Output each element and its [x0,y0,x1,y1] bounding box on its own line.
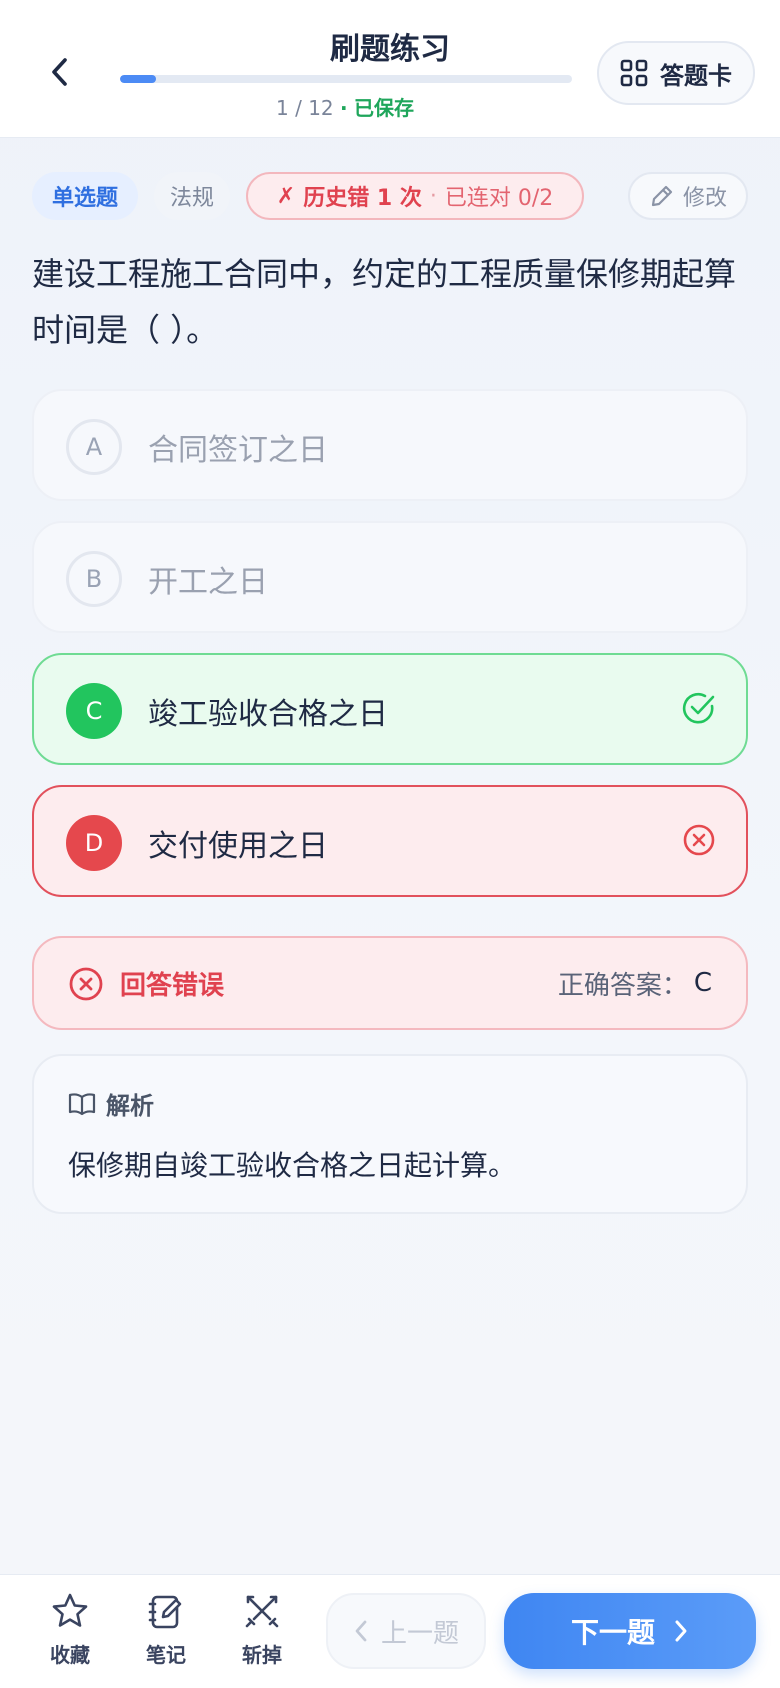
progress-separator: · [340,96,348,120]
question-text: 建设工程施工合同中，约定的工程质量保修期起算时间是（ ）。 [32,255,737,349]
history-streak: 已连对 0/2 [444,186,554,211]
option-letter: D [66,815,122,871]
notes-label: 笔记 [146,1643,186,1667]
chevron-left-icon [355,1620,367,1642]
previous-label: 上一题 [380,1618,459,1649]
notes-button[interactable]: 笔记 [126,1589,206,1679]
check-circle-icon [682,692,715,724]
answer-card-button[interactable]: 答题卡 [597,41,755,105]
option-text: 交付使用之日 [148,829,328,864]
pencil-icon [651,185,673,207]
correct-answer-letter: C [693,968,712,998]
option-text: 开工之日 [148,565,268,600]
next-label: 下一题 [570,1616,655,1649]
category-tag: 法规 [154,172,230,220]
answer-result-banner: 回答错误 正确答案： C [32,936,748,1030]
option-text: 竣工验收合格之日 [148,697,388,732]
edit-label: 修改 [682,186,727,211]
analysis-card: 解析 保修期自竣工验收合格之日起计算。 [32,1054,748,1214]
x-circle-icon [69,967,103,1001]
favorite-button[interactable]: 收藏 [30,1589,110,1679]
correct-answer-label: 正确答案： [557,970,688,1001]
option-text: 合同签订之日 [148,433,328,468]
option-letter: B [66,551,122,607]
bottom-toolbar: 收藏 笔记 斩掉 上一题 下一题 [0,1574,780,1688]
eliminate-button[interactable]: 斩掉 [222,1589,302,1679]
progress-bar [120,75,572,83]
grid-icon [620,59,648,87]
history-badge: ✗ 历史错 1 次 · 已连对 0/2 [246,172,584,220]
swords-icon [245,1595,279,1628]
answer-card-label: 答题卡 [660,61,732,90]
previous-question-button[interactable]: 上一题 [326,1593,486,1669]
saved-status: 已保存 [353,96,414,120]
history-wrong-count: 历史错 1 次 [303,186,422,211]
correct-answer: 正确答案： C [558,938,712,1028]
progress-fill [120,75,157,83]
x-mark-icon: ✗ [276,183,296,209]
analysis-header: 解析 [68,1086,154,1121]
option-c[interactable]: C 竣工验收合格之日 [32,653,748,765]
progress-count: 1 / 12 [276,96,334,120]
notebook-pen-icon [148,1595,182,1629]
progress-status: 1 / 12 · 已保存 [0,92,690,121]
option-b[interactable]: B 开工之日 [32,521,748,633]
option-letter: A [66,419,122,475]
eliminate-label: 斩掉 [242,1643,282,1667]
x-circle-icon [683,824,715,856]
top-header: 刷题练习 1 / 12 · 已保存 答题卡 [0,0,780,138]
option-d[interactable]: D 交付使用之日 [32,785,748,897]
favorite-label: 收藏 [50,1643,90,1667]
star-icon [52,1593,88,1627]
analysis-title: 解析 [106,1092,154,1120]
book-open-icon [68,1092,96,1115]
question-type-tag: 单选题 [32,172,138,220]
option-letter: C [66,683,122,739]
analysis-body: 保修期自竣工验收合格之日起计算。 [68,1149,517,1182]
next-question-button[interactable]: 下一题 [504,1593,756,1669]
history-separator: · [429,183,437,209]
option-a[interactable]: A 合同签订之日 [32,389,748,501]
result-text: 回答错误 [120,970,225,1001]
chevron-right-icon [675,1620,687,1642]
edit-button[interactable]: 修改 [628,172,748,220]
